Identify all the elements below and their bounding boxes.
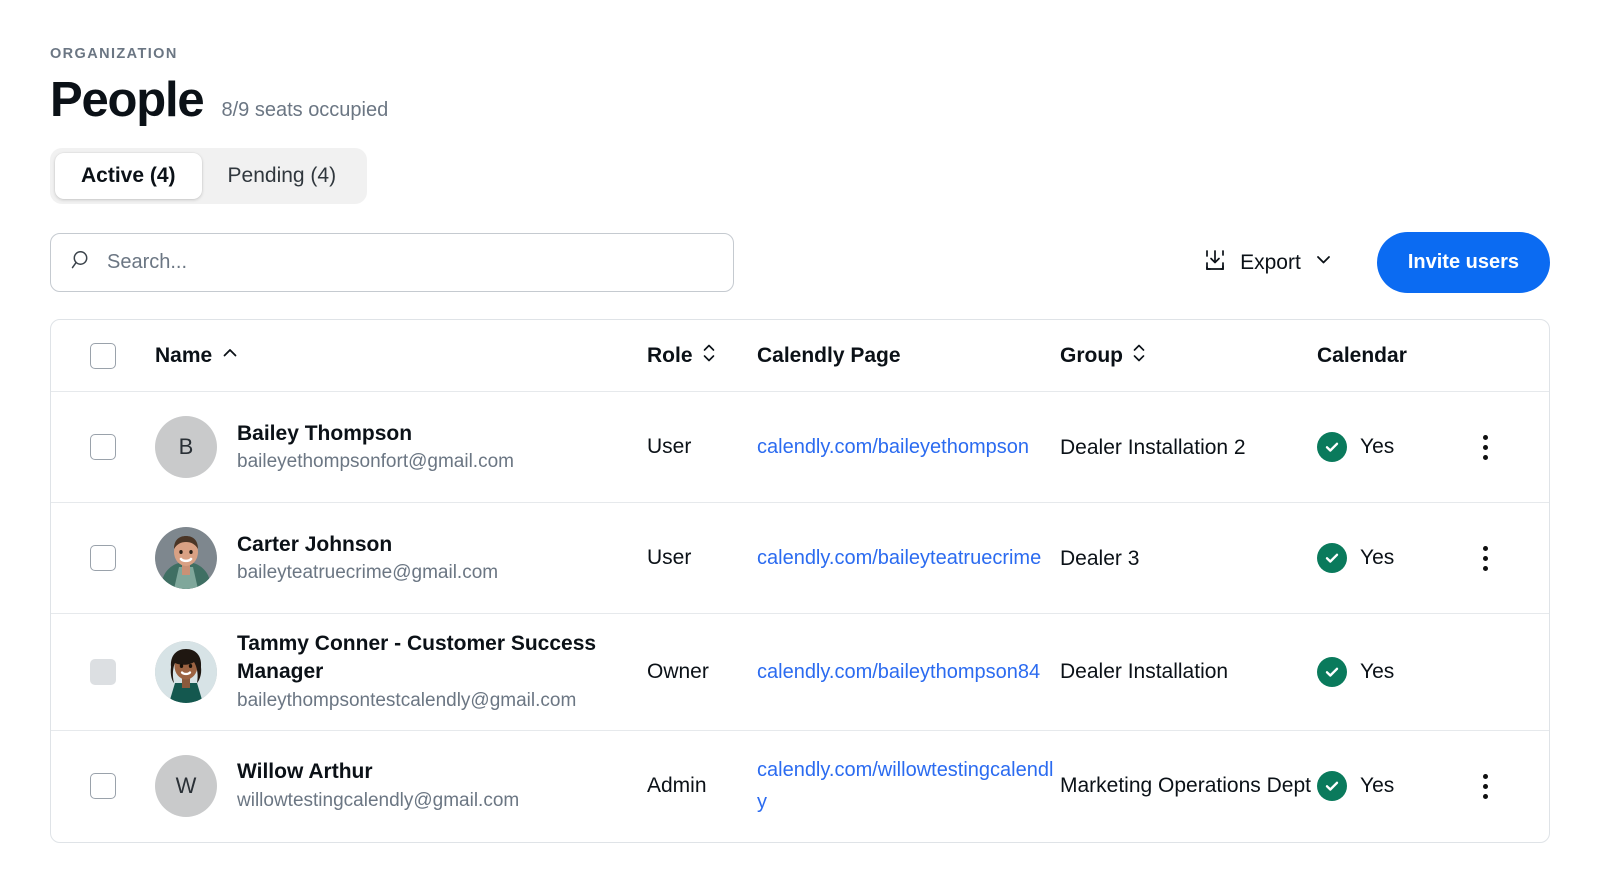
- row-select-cell: [51, 434, 155, 461]
- calendly-page-cell: calendly.com/willowtestingcalendly: [757, 754, 1060, 819]
- person-name: Bailey Thompson: [237, 421, 413, 445]
- page-eyebrow: ORGANIZATION: [50, 46, 178, 62]
- tab-pending[interactable]: Pending (4): [202, 153, 363, 199]
- table-row[interactable]: B Bailey Thompson baileyethompsonfort@gm…: [51, 392, 1549, 504]
- search-input[interactable]: [107, 251, 713, 275]
- calendar-value: Yes: [1360, 546, 1395, 570]
- row-select-cell: [51, 545, 155, 572]
- toolbar: Export Invite users: [50, 232, 1550, 294]
- page-title: People: [50, 73, 205, 127]
- seats-occupied-label: 8/9 seats occupied: [221, 99, 389, 121]
- row-select-cell: [51, 659, 155, 685]
- table-header-row: Name Role Calendly Page Group Calendar: [51, 320, 1549, 393]
- calendly-page-cell: calendly.com/baileythompson84: [757, 656, 1060, 688]
- calendar-cell: Yes: [1317, 543, 1465, 574]
- calendar-value: Yes: [1360, 774, 1395, 798]
- role-value: Owner: [647, 660, 709, 683]
- row-checkbox[interactable]: [90, 545, 116, 572]
- calendar-cell: Yes: [1317, 771, 1465, 802]
- download-tray-icon: [1203, 248, 1227, 278]
- calendar-value: Yes: [1360, 660, 1395, 683]
- calendar-cell: Yes: [1317, 432, 1465, 463]
- calendly-page-link[interactable]: calendly.com/baileyethompson: [757, 431, 1029, 463]
- page-title-row: People 8/9 seats occupied: [50, 73, 1550, 127]
- calendly-page-link[interactable]: calendly.com/baileyteatruecrime: [757, 542, 1041, 574]
- row-actions-cell: [1465, 429, 1549, 466]
- group-value: Marketing Operations Dept: [1060, 774, 1311, 798]
- avatar: [155, 527, 217, 590]
- chevron-down-icon: [1314, 250, 1333, 275]
- row-checkbox: [90, 659, 116, 685]
- column-header-calendly-page: Calendly Page: [757, 343, 901, 367]
- table-row[interactable]: Carter Johnson baileyteatruecrime@gmail.…: [51, 503, 1549, 615]
- avatar: W: [155, 755, 217, 818]
- check-circle-icon: [1317, 771, 1347, 802]
- column-header-group-label: Group: [1060, 343, 1123, 367]
- check-circle-icon: [1317, 657, 1347, 687]
- person-email: willowtestingcalendly@gmail.com: [237, 790, 520, 812]
- row-checkbox[interactable]: [90, 773, 116, 800]
- people-page: ORGANIZATION People 8/9 seats occupied A…: [0, 0, 1600, 843]
- calendar-cell: Yes: [1317, 657, 1465, 687]
- row-checkbox[interactable]: [90, 434, 116, 461]
- role-value: Admin: [647, 774, 707, 798]
- table-row[interactable]: Tammy Conner - Customer Success Manager …: [51, 614, 1549, 731]
- select-all-cell: [51, 342, 155, 369]
- column-header-role-label: Role: [647, 343, 693, 367]
- check-circle-icon: [1317, 432, 1347, 463]
- person-cell: W Willow Arthur willowtestingcalendly@gm…: [155, 755, 647, 818]
- column-header-role[interactable]: Role: [647, 342, 757, 370]
- calendly-page-link[interactable]: calendly.com/willowtestingcalendly: [757, 754, 1060, 819]
- avatar-photo-woman: [155, 641, 217, 703]
- avatar-initial: W: [175, 773, 197, 799]
- tab-group: Active (4) Pending (4): [50, 148, 368, 205]
- person-cell: B Bailey Thompson baileyethompsonfort@gm…: [155, 416, 647, 479]
- person-email: baileyethompsonfort@gmail.com: [237, 451, 514, 473]
- row-select-cell: [51, 773, 155, 800]
- role-value: User: [647, 546, 692, 570]
- export-label: Export: [1240, 250, 1301, 274]
- person-email: baileyteatruecrime@gmail.com: [237, 562, 499, 584]
- chevron-up-icon: [221, 344, 239, 368]
- select-all-checkbox[interactable]: [90, 342, 116, 369]
- avatar: [155, 641, 217, 703]
- avatar-initial: B: [178, 434, 194, 460]
- avatar-photo-man: [155, 527, 217, 590]
- sort-updown-icon: [702, 342, 716, 370]
- calendly-page-cell: calendly.com/baileyteatruecrime: [757, 542, 1060, 574]
- row-actions-cell: [1465, 540, 1549, 577]
- person-name: Carter Johnson: [237, 532, 393, 556]
- column-header-group[interactable]: Group: [1060, 342, 1317, 370]
- column-header-name-label: Name: [155, 343, 213, 367]
- sort-updown-icon: [1132, 342, 1146, 370]
- person-email: baileythompsontestcalendly@gmail.com: [237, 689, 577, 711]
- search-icon: [71, 249, 93, 276]
- more-options-icon[interactable]: [1477, 540, 1494, 577]
- export-button[interactable]: Export: [1201, 242, 1335, 284]
- group-value: Dealer 3: [1060, 546, 1140, 570]
- search-field[interactable]: [50, 233, 734, 293]
- group-value: Dealer Installation 2: [1060, 435, 1246, 459]
- column-header-calendar: Calendar: [1317, 343, 1407, 367]
- table-row[interactable]: W Willow Arthur willowtestingcalendly@gm…: [51, 731, 1549, 842]
- more-options-icon[interactable]: [1477, 429, 1494, 466]
- row-actions-cell: [1465, 768, 1549, 805]
- toolbar-actions: Export Invite users: [1201, 232, 1550, 294]
- avatar: B: [155, 416, 217, 479]
- tab-active[interactable]: Active (4): [55, 153, 202, 200]
- calendar-value: Yes: [1360, 435, 1395, 459]
- invite-users-button[interactable]: Invite users: [1376, 232, 1550, 294]
- role-value: User: [647, 435, 692, 459]
- check-circle-icon: [1317, 543, 1347, 574]
- people-table: Name Role Calendly Page Group Calendar B…: [50, 319, 1550, 843]
- column-header-name[interactable]: Name: [155, 344, 647, 368]
- person-cell: Carter Johnson baileyteatruecrime@gmail.…: [155, 527, 647, 590]
- group-value: Dealer Installation: [1060, 660, 1229, 684]
- person-name: Willow Arthur: [237, 760, 373, 784]
- calendly-page-link[interactable]: calendly.com/baileythompson84: [757, 656, 1040, 688]
- person-name: Tammy Conner - Customer Success Manager: [237, 632, 597, 684]
- person-cell: Tammy Conner - Customer Success Manager …: [155, 630, 647, 713]
- calendly-page-cell: calendly.com/baileyethompson: [757, 431, 1060, 463]
- more-options-icon[interactable]: [1477, 768, 1494, 805]
